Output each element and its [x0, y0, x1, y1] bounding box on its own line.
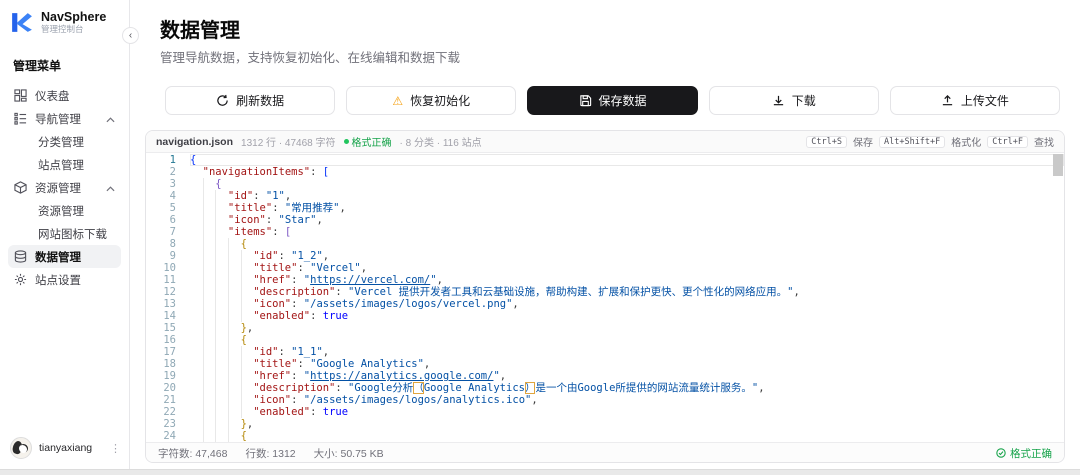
page-subtitle: 管理导航数据，支持恢复初始化、在线编辑和数据下载: [160, 51, 461, 65]
code-line: 1{: [146, 154, 1064, 166]
sidebar: NavSphere 管理控制台 管理菜单 仪表盘 导航管理 分类管理 站点管理 …: [0, 0, 130, 469]
code-line: 7 "items": [: [169, 226, 292, 238]
box-icon: [14, 181, 27, 194]
code-line: 6 "icon": "Star",: [169, 214, 323, 226]
page-title: 数据管理: [160, 20, 240, 42]
editor-filename: navigation.json: [156, 135, 234, 148]
save-icon: [579, 95, 591, 107]
avatar: [10, 437, 32, 459]
sidebar-item-label: 仪表盘: [35, 90, 70, 103]
user-name: tianyaxiang: [39, 442, 93, 454]
shortcut-hints: Ctrl+S 保存 Alt+Shift+F 格式化 Ctrl+F 查找: [806, 134, 1054, 149]
code-line: 21 "icon": "/assets/images/logos/analytic…: [163, 394, 538, 406]
chevron-up-icon: [106, 183, 115, 192]
code-lines: 1{2 "navigationItems": [3{4 "id": "1", 5 "ti…: [146, 154, 1064, 442]
code-line: 14 "enabled": true: [163, 310, 349, 322]
sidebar-item-label: 资源管理: [38, 205, 84, 218]
green-dot-icon: [343, 139, 349, 144]
code-line: 22 "enabled": true: [163, 406, 349, 418]
upload-file-button[interactable]: 上传文件: [889, 86, 1061, 115]
status-format-ok: 格式正确: [996, 446, 1052, 461]
sidebar-item-site-settings[interactable]: 站点设置: [8, 268, 121, 291]
editor-header: navigation.json 1312 行 · 47468 字符 格式正确 ·…: [146, 131, 1064, 153]
sidebar-item-favicon-download[interactable]: 网站图标下载: [8, 222, 121, 245]
toolbar: 刷新数据 ⚠ 恢复初始化 保存数据 下载 上传文件: [165, 86, 1061, 115]
code-line: 10 "title": "Vercel",: [163, 262, 368, 274]
list-settings-icon: [14, 112, 27, 125]
sidebar-item-site-mgmt[interactable]: 站点管理: [8, 153, 121, 176]
editor-meta: 1312 行 · 47468 字符: [241, 138, 336, 149]
code-line: 16{: [163, 334, 247, 346]
sidebar-item-navigation-mgmt[interactable]: 导航管理: [8, 107, 121, 130]
editor-statusbar: 字符数: 47,468 行数: 1312 大小: 50.75 KB 格式正确: [146, 442, 1064, 462]
code-line: 23},: [163, 418, 254, 430]
code-line: 11 "href": "https://vercel.com/",: [163, 274, 443, 286]
sidebar-item-data-mgmt[interactable]: 数据管理: [8, 245, 121, 268]
page: NavSphere 管理控制台 管理菜单 仪表盘 导航管理 分类管理 站点管理 …: [0, 0, 1080, 475]
code-line: 13 "icon": "/assets/images/logos/vercel.p…: [163, 298, 519, 310]
format-status: 格式正确: [343, 134, 392, 149]
sidebar-item-resource-sub[interactable]: 资源管理: [8, 199, 121, 222]
dashboard-icon: [14, 89, 27, 102]
app-logo[interactable]: NavSphere 管理控制台: [0, 0, 129, 43]
refresh-data-button[interactable]: 刷新数据: [165, 86, 336, 115]
download-button[interactable]: 下载: [708, 86, 879, 115]
status-size: 大小: 50.75 KB: [313, 447, 384, 460]
sidebar-item-label: 分类管理: [38, 136, 84, 149]
check-circle-icon: [996, 448, 1006, 458]
sidebar-item-label: 网站图标下载: [38, 228, 107, 241]
code-line: 19 "href": "https://analytics.google.com/…: [163, 370, 507, 382]
more-options-icon[interactable]: ⋮: [110, 442, 121, 455]
code-line: 18 "title": "Google Analytics",: [163, 358, 431, 370]
user-menu[interactable]: tianyaxiang ⋮: [0, 429, 129, 469]
code-line: 24{: [163, 430, 247, 442]
sidebar-item-category-mgmt[interactable]: 分类管理: [8, 130, 121, 153]
sidebar-item-label: 数据管理: [35, 251, 81, 264]
app-subtitle: 管理控制台: [41, 24, 84, 34]
bottom-scrollbar-track[interactable]: [0, 469, 1080, 475]
code-line: 4 "id": "1",: [169, 190, 292, 202]
sidebar-item-label: 导航管理: [35, 113, 81, 126]
save-data-button[interactable]: 保存数据: [527, 86, 698, 115]
reset-data-button[interactable]: ⚠ 恢复初始化: [346, 86, 517, 115]
kbd-format: Alt+Shift+F: [878, 135, 946, 148]
code-line: 2 "navigationItems": [: [169, 166, 330, 178]
code-line: 15},: [163, 322, 254, 334]
sidebar-item-label: 站点管理: [38, 159, 84, 172]
code-line: 8{: [169, 238, 247, 250]
warning-icon: ⚠: [392, 93, 404, 108]
upload-icon: [942, 95, 953, 106]
main-content: 数据管理 管理导航数据，支持恢复初始化、在线编辑和数据下载 刷新数据 ⚠ 恢复初…: [130, 0, 1080, 469]
json-editor-card: navigation.json 1312 行 · 47468 字符 格式正确 ·…: [145, 130, 1065, 463]
status-char-count: 字符数: 47,468: [158, 447, 228, 460]
editor-meta2: · 8 分类 · 116 站点: [399, 138, 482, 149]
editor-scrollbar[interactable]: [1053, 154, 1063, 176]
code-editor[interactable]: 1{2 "navigationItems": [3{4 "id": "1", 5 "ti…: [146, 153, 1064, 442]
download-icon: [773, 95, 783, 106]
sidebar-item-resource-mgmt[interactable]: 资源管理: [8, 176, 121, 199]
code-line: 5 "title": "常用推荐",: [169, 202, 346, 214]
gear-icon: [14, 273, 27, 286]
kbd-find: Ctrl+F: [987, 135, 1028, 148]
sidebar-nav: 仪表盘 导航管理 分类管理 站点管理 资源管理 资源管理 网站图标下载 数据管理…: [0, 80, 129, 295]
sidebar-item-label: 站点设置: [35, 274, 81, 287]
sidebar-collapse-button[interactable]: ‹: [122, 27, 139, 44]
chevron-up-icon: [106, 114, 115, 123]
kbd-save: Ctrl+S: [806, 135, 847, 148]
menu-section-label: 管理菜单: [13, 59, 62, 73]
app-name: NavSphere: [41, 10, 107, 24]
status-line-count: 行数: 1312: [245, 447, 296, 460]
sidebar-item-label: 资源管理: [35, 182, 81, 195]
code-line: 12 "description": "Vercel 提供开发者工具和云基础设施，帮…: [163, 286, 800, 298]
code-line: 17 "id": "1_1",: [163, 346, 330, 358]
refresh-icon: [217, 94, 228, 106]
database-icon: [14, 250, 27, 263]
code-line: 3{: [169, 178, 222, 190]
navsphere-logo-icon: [9, 10, 34, 35]
sidebar-item-dashboard[interactable]: 仪表盘: [8, 84, 121, 107]
code-line: 9 "id": "1_2",: [169, 250, 330, 262]
code-line: 20 "description": "Google分析（Google Analyt…: [163, 382, 765, 394]
